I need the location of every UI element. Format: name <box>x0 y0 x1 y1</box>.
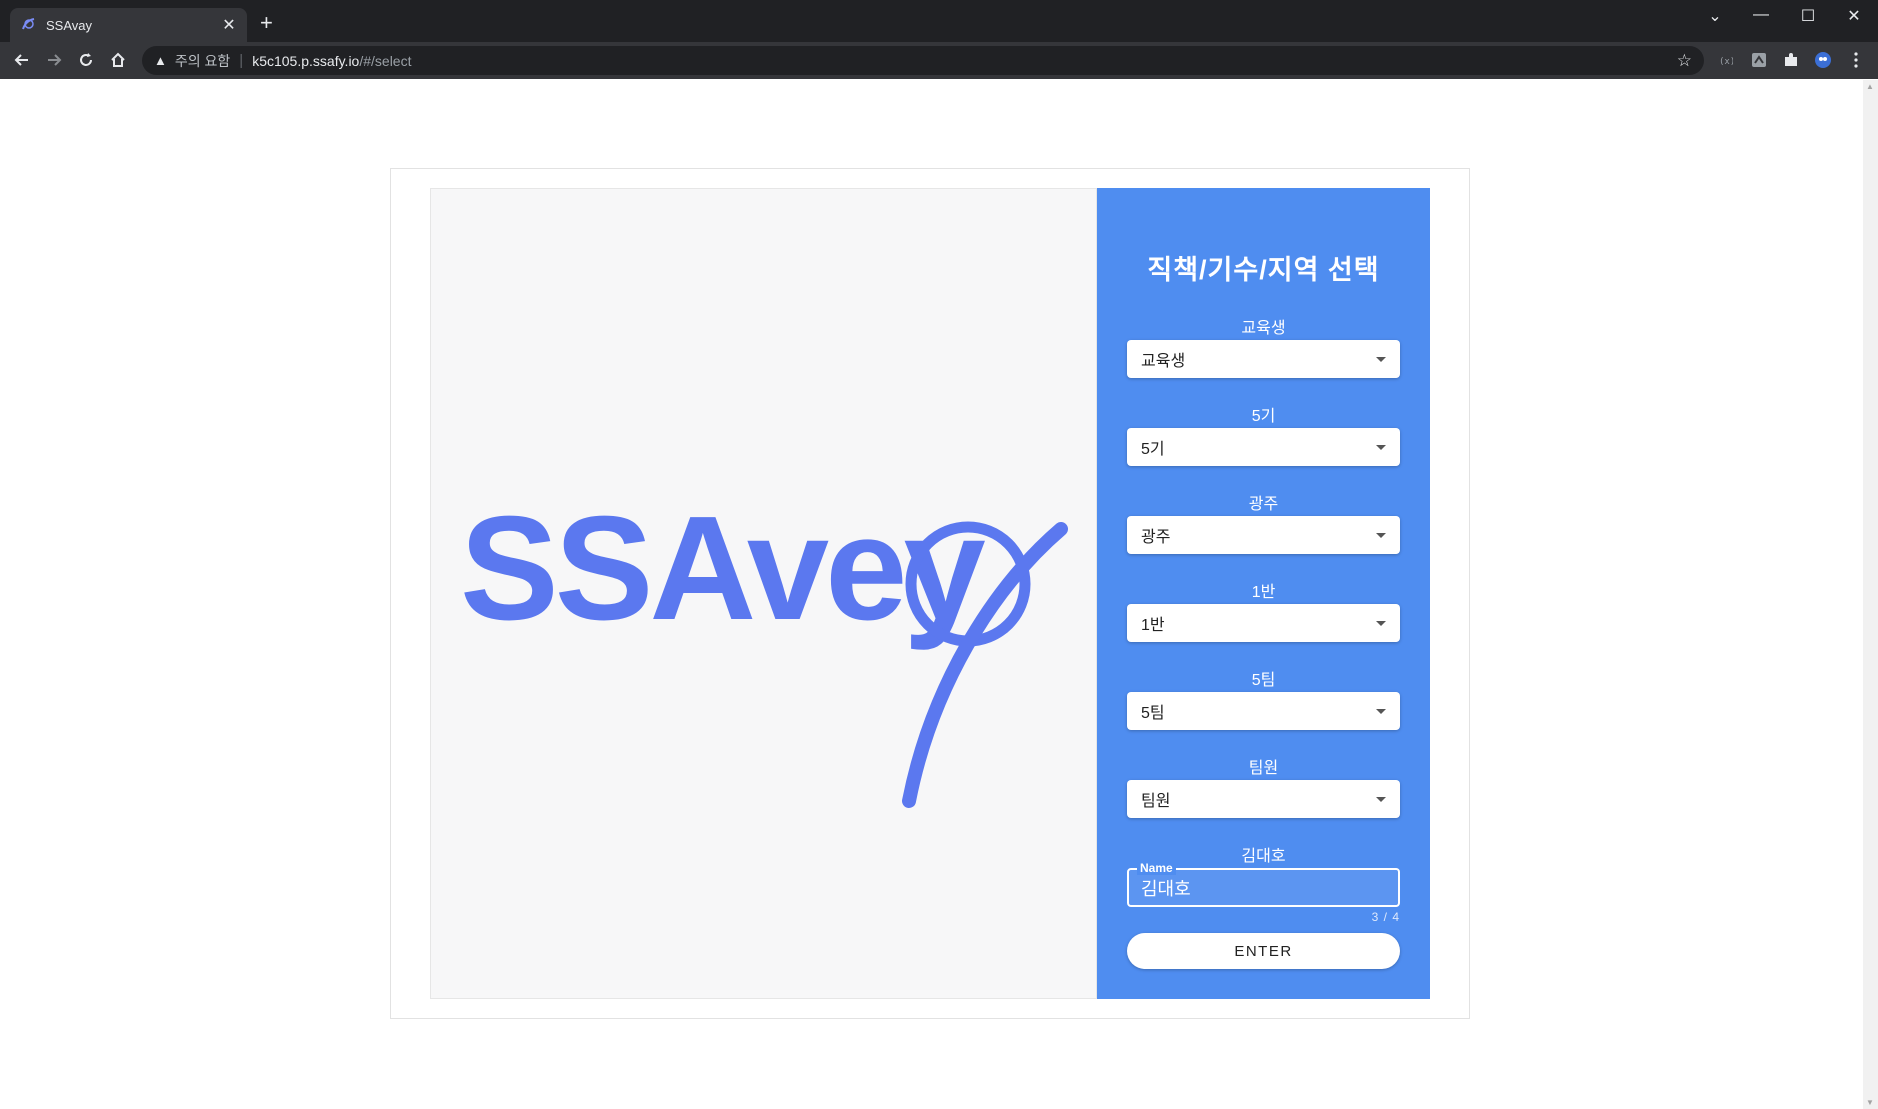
browser-titlebar: SSAvay ✕ + ⌄ — ☐ ✕ <box>0 0 1878 42</box>
dropdown-caret-icon <box>1376 356 1386 362</box>
name-input[interactable] <box>1129 870 1398 905</box>
address-bar[interactable]: ▲ 주의 요함 | k5c105.p.ssafy.io /#/select ☆ <box>142 46 1704 75</box>
team-value: 5팀 <box>1141 705 1165 722</box>
bookmark-star-icon[interactable]: ☆ <box>1677 51 1692 71</box>
forward-icon[interactable] <box>43 49 65 71</box>
logo-panel: SSAvey <box>430 188 1097 999</box>
warning-icon[interactable]: ▲ <box>154 53 167 68</box>
region-value: 광주 <box>1141 529 1171 546</box>
enter-button[interactable]: ENTER <box>1127 933 1400 969</box>
home-icon[interactable] <box>107 49 129 71</box>
extension-icon-2[interactable] <box>1750 51 1768 69</box>
form-title: 직책/기수/지역 선택 <box>1147 255 1380 285</box>
extensions-puzzle-icon[interactable] <box>1782 51 1800 69</box>
tab-search-icon[interactable]: ⌄ <box>1700 6 1730 26</box>
generation-select[interactable]: 5기 <box>1127 428 1400 466</box>
role-label: 교육생 <box>1241 320 1286 337</box>
region-label: 광주 <box>1248 496 1279 513</box>
char-counter: 3 / 4 <box>1371 910 1400 924</box>
position-label: 팀원 <box>1248 760 1279 777</box>
page-scrollbar[interactable]: ▲ ▼ <box>1863 80 1878 1109</box>
tab-close-icon[interactable]: ✕ <box>221 15 237 35</box>
name-field[interactable]: Name <box>1127 861 1400 907</box>
extension-icon-1[interactable]: (x) <box>1717 51 1735 69</box>
logo-wordmark: SSAvey <box>460 486 985 651</box>
ssavay-favicon-icon <box>20 17 36 33</box>
team-select[interactable]: 5팀 <box>1127 692 1400 730</box>
region-select[interactable]: 광주 <box>1127 516 1400 554</box>
back-icon[interactable] <box>11 49 33 71</box>
svg-text:(x): (x) <box>1719 57 1733 65</box>
class-value: 1반 <box>1141 617 1165 634</box>
dropdown-caret-icon <box>1376 708 1386 714</box>
omnibox-divider: | <box>239 52 244 69</box>
profile-avatar-icon[interactable] <box>1814 51 1832 69</box>
role-value: 교육생 <box>1141 353 1186 370</box>
team-label: 5팀 <box>1251 672 1276 689</box>
window-close-icon[interactable]: ✕ <box>1839 6 1869 26</box>
tab-title: SSAvay <box>46 17 93 33</box>
generation-label: 5기 <box>1251 408 1276 425</box>
generation-value: 5기 <box>1141 441 1165 458</box>
scroll-up-icon[interactable]: ▲ <box>1866 82 1874 91</box>
maximize-icon[interactable]: ☐ <box>1793 6 1823 26</box>
class-select[interactable]: 1반 <box>1127 604 1400 642</box>
dropdown-caret-icon <box>1376 532 1386 538</box>
url-path: /#/select <box>359 52 412 69</box>
browser-tab[interactable]: SSAvay ✕ <box>10 8 247 42</box>
role-select[interactable]: 교육생 <box>1127 340 1400 378</box>
reload-icon[interactable] <box>75 49 97 71</box>
scroll-down-icon[interactable]: ▼ <box>1866 1098 1874 1107</box>
class-label: 1반 <box>1251 584 1276 601</box>
chrome-menu-icon[interactable] <box>1847 51 1865 69</box>
dropdown-caret-icon <box>1376 620 1386 626</box>
new-tab-button[interactable]: + <box>260 12 273 34</box>
security-warning-label: 주의 요함 <box>174 52 231 69</box>
url-host: k5c105.p.ssafy.io <box>252 52 360 69</box>
dropdown-caret-icon <box>1376 796 1386 802</box>
browser-toolbar: ▲ 주의 요함 | k5c105.p.ssafy.io /#/select ☆ … <box>0 42 1878 79</box>
dropdown-caret-icon <box>1376 444 1386 450</box>
minimize-icon[interactable]: — <box>1746 6 1776 24</box>
position-select[interactable]: 팀원 <box>1127 780 1400 818</box>
ssavey-logo: SSAvey <box>460 486 1068 808</box>
selection-form: 직책/기수/지역 선택 교육생 교육생 5기 5기 광주 광주 1반 1반 5팀… <box>1097 188 1430 999</box>
position-value: 팀원 <box>1141 793 1171 810</box>
